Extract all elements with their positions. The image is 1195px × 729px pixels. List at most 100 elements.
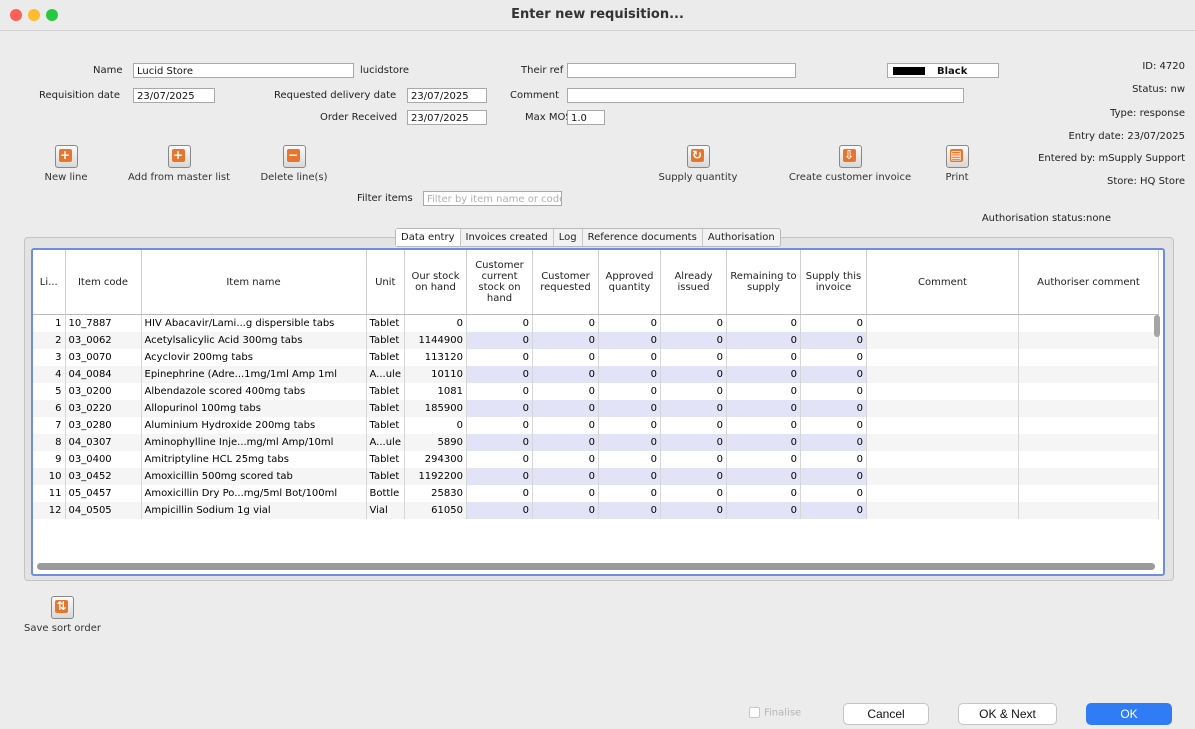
table-cell[interactable]: 0 — [800, 400, 867, 417]
table-cell[interactable]: 0 — [800, 314, 867, 332]
table-cell[interactable]: 0 — [800, 468, 867, 485]
table-cell[interactable]: 0 — [598, 485, 661, 502]
table-cell[interactable]: 04_0084 — [65, 366, 142, 383]
column-header[interactable]: Unit — [366, 250, 405, 315]
table-cell[interactable] — [1018, 400, 1159, 417]
table-cell[interactable]: 0 — [532, 417, 599, 434]
table-cell[interactable] — [866, 383, 1019, 400]
table-row[interactable]: 8 04_0307 Aminophylline Inje...mg/ml Amp/1… — [33, 434, 1159, 451]
table-cell[interactable]: 113120 — [404, 349, 467, 366]
table-cell[interactable]: 4 — [33, 366, 66, 383]
table-cell[interactable]: Amoxicillin Dry Po...mg/5ml Bot/100ml — [141, 485, 367, 502]
table-cell[interactable]: 0 — [726, 332, 801, 349]
table-cell[interactable] — [866, 366, 1019, 383]
table-cell[interactable] — [1018, 366, 1159, 383]
table-cell[interactable] — [1018, 383, 1159, 400]
table-cell[interactable]: Aminophylline Inje...mg/ml Amp/10ml — [141, 434, 367, 451]
table-cell[interactable]: 0 — [726, 451, 801, 468]
table-cell[interactable] — [866, 502, 1019, 519]
table-cell[interactable]: 0 — [598, 400, 661, 417]
table-cell[interactable]: Amitriptyline HCL 25mg tabs — [141, 451, 367, 468]
table-cell[interactable]: 0 — [466, 417, 533, 434]
table-cell[interactable]: 0 — [598, 468, 661, 485]
table-cell[interactable]: 0 — [532, 400, 599, 417]
table-cell[interactable]: 0 — [726, 366, 801, 383]
table-cell[interactable]: 0 — [532, 366, 599, 383]
table-cell[interactable]: 0 — [660, 349, 727, 366]
table-cell[interactable]: 294300 — [404, 451, 467, 468]
table-cell[interactable]: 0 — [660, 314, 727, 332]
table-cell[interactable]: 12 — [33, 502, 66, 519]
table-cell[interactable]: 0 — [466, 485, 533, 502]
table-cell[interactable] — [866, 400, 1019, 417]
requisition-date-field[interactable]: 23/07/2025 — [133, 88, 215, 103]
cancel-button[interactable]: Cancel — [843, 703, 929, 725]
table-cell[interactable] — [866, 332, 1019, 349]
table-cell[interactable]: 10110 — [404, 366, 467, 383]
table-cell[interactable]: 04_0505 — [65, 502, 142, 519]
horizontal-scrollbar[interactable] — [37, 563, 1155, 570]
tab-log[interactable]: Log — [554, 229, 583, 246]
table-cell[interactable]: Epinephrine (Adre...1mg/1ml Amp 1ml — [141, 366, 367, 383]
table-cell[interactable]: Aluminium Hydroxide 200mg tabs — [141, 417, 367, 434]
table-cell[interactable]: 8 — [33, 434, 66, 451]
tab-authorisation[interactable]: Authorisation — [703, 229, 780, 246]
table-cell[interactable]: 0 — [800, 349, 867, 366]
table-cell[interactable]: Tablet — [366, 451, 405, 468]
table-row[interactable]: 7 03_0280 Aluminium Hydroxide 200mg tabs Ta… — [33, 417, 1159, 434]
table-cell[interactable] — [866, 485, 1019, 502]
filter-items-input[interactable]: Filter by item name or code — [423, 191, 562, 206]
table-cell[interactable]: 0 — [466, 349, 533, 366]
table-cell[interactable]: 1081 — [404, 383, 467, 400]
table-cell[interactable]: Acetylsalicylic Acid 300mg tabs — [141, 332, 367, 349]
table-cell[interactable]: 0 — [660, 417, 727, 434]
table-cell[interactable]: 0 — [660, 485, 727, 502]
table-cell[interactable]: Tablet — [366, 314, 405, 332]
table-cell[interactable]: 2 — [33, 332, 66, 349]
table-cell[interactable]: Tablet — [366, 349, 405, 366]
column-header[interactable]: Supply this invoice — [800, 250, 867, 315]
table-cell[interactable]: 03_0220 — [65, 400, 142, 417]
table-cell[interactable] — [866, 468, 1019, 485]
table-cell[interactable]: 04_0307 — [65, 434, 142, 451]
table-cell[interactable] — [1018, 434, 1159, 451]
supply-quantity-button[interactable]: ↻ Supply quantity — [648, 145, 748, 183]
table-cell[interactable] — [1018, 314, 1159, 332]
table-cell[interactable]: 3 — [33, 349, 66, 366]
table-cell[interactable]: 0 — [800, 434, 867, 451]
table-row[interactable]: 11 05_0457 Amoxicillin Dry Po...mg/5ml Bot… — [33, 485, 1159, 502]
table-cell[interactable] — [866, 349, 1019, 366]
table-cell[interactable]: 0 — [532, 451, 599, 468]
table-cell[interactable]: Tablet — [366, 417, 405, 434]
table-cell[interactable]: 0 — [532, 485, 599, 502]
column-header[interactable]: Item code — [65, 250, 142, 315]
table-cell[interactable]: 03_0070 — [65, 349, 142, 366]
table-cell[interactable]: 1144900 — [404, 332, 467, 349]
table-cell[interactable] — [866, 434, 1019, 451]
table-cell[interactable]: A...ule — [366, 366, 405, 383]
table-cell[interactable]: 0 — [660, 400, 727, 417]
table-cell[interactable]: 0 — [598, 417, 661, 434]
column-header[interactable]: Item name — [141, 250, 367, 315]
table-row[interactable]: 3 03_0070 Acyclovir 200mg tabs Tablet 113120… — [33, 349, 1159, 366]
table-cell[interactable]: 25830 — [404, 485, 467, 502]
table-cell[interactable]: 0 — [726, 485, 801, 502]
max-mos-field[interactable]: 1.0 — [567, 110, 605, 125]
table-cell[interactable]: 0 — [466, 451, 533, 468]
table-cell[interactable]: 0 — [466, 468, 533, 485]
table-cell[interactable]: 0 — [660, 366, 727, 383]
table-cell[interactable]: 0 — [532, 349, 599, 366]
table-cell[interactable]: 0 — [598, 366, 661, 383]
table-cell[interactable]: 0 — [598, 332, 661, 349]
table-cell[interactable]: 0 — [726, 417, 801, 434]
table-cell[interactable]: 0 — [800, 366, 867, 383]
table-cell[interactable]: 0 — [726, 383, 801, 400]
column-header[interactable]: Comment — [866, 250, 1019, 315]
table-cell[interactable]: 0 — [598, 314, 661, 332]
table-cell[interactable]: 0 — [598, 383, 661, 400]
table-cell[interactable]: 03_0452 — [65, 468, 142, 485]
table-cell[interactable]: 0 — [800, 383, 867, 400]
table-cell[interactable]: 0 — [532, 502, 599, 519]
table-cell[interactable] — [1018, 502, 1159, 519]
table-row[interactable]: 5 03_0200 Albendazole scored 400mg tabs Tab… — [33, 383, 1159, 400]
